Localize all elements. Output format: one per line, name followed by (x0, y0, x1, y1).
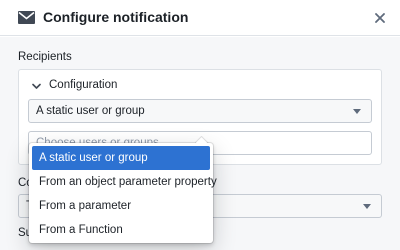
menu-item-parameter[interactable]: From a parameter (32, 194, 210, 218)
recipient-type-select-value: A static user or group (36, 105, 145, 117)
close-icon (375, 13, 385, 23)
configuration-label[interactable]: Configuration (49, 79, 117, 91)
recipient-type-select[interactable]: A static user or group (28, 99, 372, 123)
menu-item-function[interactable]: From a Function (32, 218, 210, 242)
recipient-type-dropdown: A static user or group From an object pa… (29, 143, 217, 243)
dialog-header: Configure notification (0, 0, 400, 36)
dialog-title: Configure notification (43, 9, 189, 25)
close-button[interactable] (370, 8, 390, 28)
caret-down-icon (353, 109, 361, 114)
menu-item-object-parameter-property[interactable]: From an object parameter property (32, 170, 217, 194)
recipients-label: Recipients (18, 51, 72, 63)
configure-notification-dialog: Configure notification Recipients Config… (0, 0, 400, 250)
envelope-icon (18, 11, 35, 24)
menu-item-static-user[interactable]: A static user or group (32, 146, 210, 170)
popover-arrow (195, 136, 209, 143)
chevron-down-icon[interactable] (32, 82, 41, 91)
caret-down-icon (363, 204, 371, 209)
dropdown-menu: A static user or group From an object pa… (32, 146, 217, 242)
